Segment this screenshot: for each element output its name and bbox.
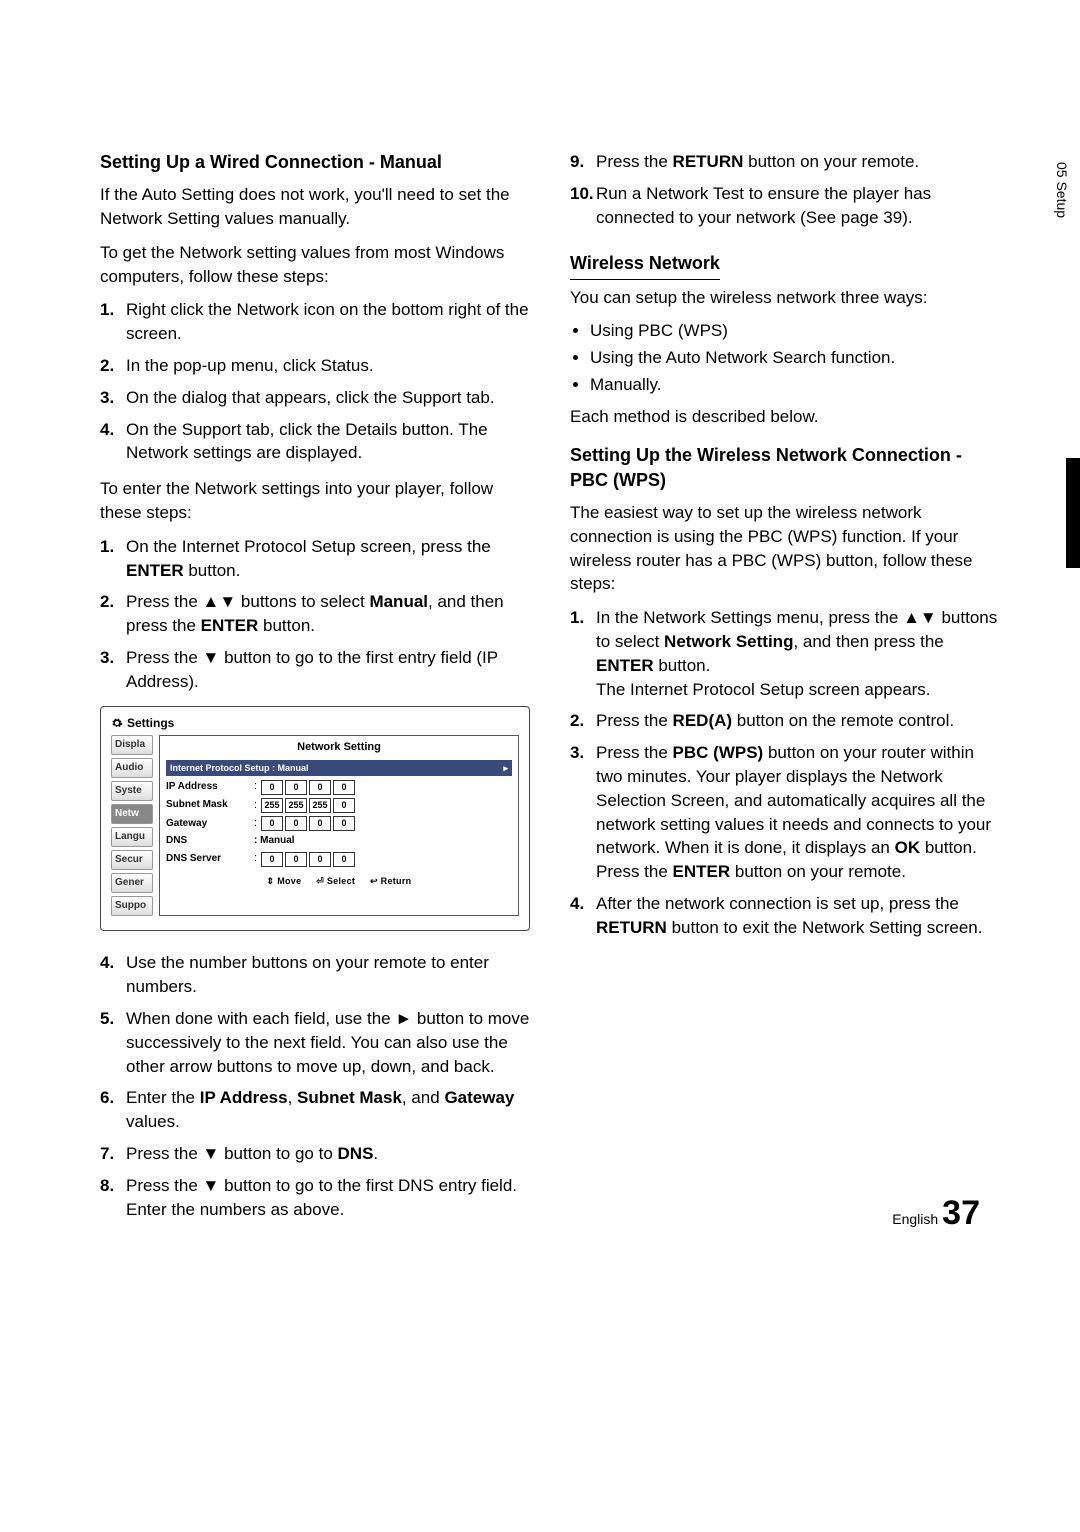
settings-title-bar: Settings: [111, 715, 519, 732]
menu-item: Secur: [111, 850, 153, 870]
settings-screenshot: Settings Displa Audio Syste Netw Langu S…: [100, 706, 530, 932]
gear-icon: [111, 717, 123, 729]
list-item: Press the ▼ button to go to the first en…: [126, 646, 530, 694]
list-item: When done with each field, use the ► but…: [126, 1007, 530, 1078]
ordered-list: 1.In the Network Settings menu, press th…: [570, 606, 1000, 939]
list-item: Use the number buttons on your remote to…: [126, 951, 530, 999]
protocol-row: Internet Protocol Setup : Manual ▸: [166, 760, 512, 777]
settings-left-menu: Displa Audio Syste Netw Langu Secur Gene…: [111, 735, 153, 916]
bottom-bar: ⇕ Move ⏎ Select ↩ Return: [166, 875, 512, 888]
list-item: Enter the IP Address, Subnet Mask, and G…: [126, 1086, 530, 1134]
paragraph: Each method is described below.: [570, 405, 1000, 429]
edge-tab: 05 Setup: [1040, 148, 1080, 588]
gateway-row: Gateway 0 0 0 0: [166, 816, 512, 831]
ordered-list: 4.Use the number buttons on your remote …: [100, 951, 530, 1221]
menu-item: Audio: [111, 758, 153, 778]
panel-title: Network Setting: [166, 740, 512, 755]
right-column: 9.Press the RETURN button on your remote…: [570, 150, 1000, 1233]
paragraph: You can setup the wireless network three…: [570, 286, 1000, 310]
list-item: Press the ▼ button to go to DNS.: [126, 1142, 530, 1166]
return-hint: ↩ Return: [370, 876, 411, 886]
menu-item: Langu: [111, 827, 153, 847]
ordered-list: 1.On the Internet Protocol Setup screen,…: [100, 535, 530, 694]
list-item: After the network connection is set up, …: [596, 892, 1000, 940]
heading-wired-manual: Setting Up a Wired Connection - Manual: [100, 150, 530, 175]
dns-server-row: DNS Server 0 0 0 0: [166, 851, 512, 866]
list-item: Press the RETURN button on your remote.: [596, 150, 1000, 174]
dns-row: DNS Manual: [166, 834, 512, 848]
select-hint: ⏎ Select: [316, 876, 355, 886]
ip-address-row: IP Address 0 0 0 0: [166, 779, 512, 794]
subnet-mask-row: Subnet Mask 255 255 255 0: [166, 798, 512, 813]
list-item: In the pop-up menu, click Status.: [126, 354, 530, 378]
move-hint: ⇕ Move: [267, 876, 302, 886]
list-item: In the Network Settings menu, press the …: [596, 606, 1000, 701]
bullet-list: Using PBC (WPS) Using the Auto Network S…: [570, 319, 1000, 396]
list-item: Press the PBC (WPS) button on your route…: [596, 741, 1000, 884]
list-item: Right click the Network icon on the bott…: [126, 298, 530, 346]
list-item: Using the Auto Network Search function.: [590, 346, 1000, 370]
list-item: On the dialog that appears, click the Su…: [126, 386, 530, 410]
list-item: Press the RED(A) button on the remote co…: [596, 709, 1000, 733]
list-item: Press the ▼ button to go to the first DN…: [126, 1174, 530, 1222]
paragraph: To get the Network setting values from m…: [100, 241, 530, 289]
paragraph: If the Auto Setting does not work, you'l…: [100, 183, 530, 231]
settings-right-panel: Network Setting Internet Protocol Setup …: [159, 735, 519, 916]
list-item: Run a Network Test to ensure the player …: [596, 182, 1000, 230]
list-item: Press the ▲▼ buttons to select Manual, a…: [126, 590, 530, 638]
list-item: Using PBC (WPS): [590, 319, 1000, 343]
paragraph: The easiest way to set up the wireless n…: [570, 501, 1000, 596]
edge-tab-black: [1066, 458, 1080, 568]
paragraph: To enter the Network settings into your …: [100, 477, 530, 525]
menu-item: Suppo: [111, 896, 153, 916]
page-number: English37: [892, 1194, 980, 1233]
heading-pbc-wps: Setting Up the Wireless Network Connecti…: [570, 443, 1000, 493]
ordered-list: 9.Press the RETURN button on your remote…: [570, 150, 1000, 229]
list-item: On the Support tab, click the Details bu…: [126, 418, 530, 466]
menu-item-active: Netw: [111, 804, 153, 824]
list-item: On the Internet Protocol Setup screen, p…: [126, 535, 530, 583]
section-marker: 05 Setup: [1054, 162, 1070, 218]
left-column: Setting Up a Wired Connection - Manual I…: [100, 150, 530, 1233]
settings-title-text: Settings: [127, 715, 174, 732]
heading-wireless-network: Wireless Network: [570, 251, 720, 279]
ordered-list: 1.Right click the Network icon on the bo…: [100, 298, 530, 465]
right-arrow-icon: ▸: [503, 762, 508, 775]
menu-item: Syste: [111, 781, 153, 801]
list-item: Manually.: [590, 373, 1000, 397]
menu-item: Gener: [111, 873, 153, 893]
menu-item: Displa: [111, 735, 153, 755]
